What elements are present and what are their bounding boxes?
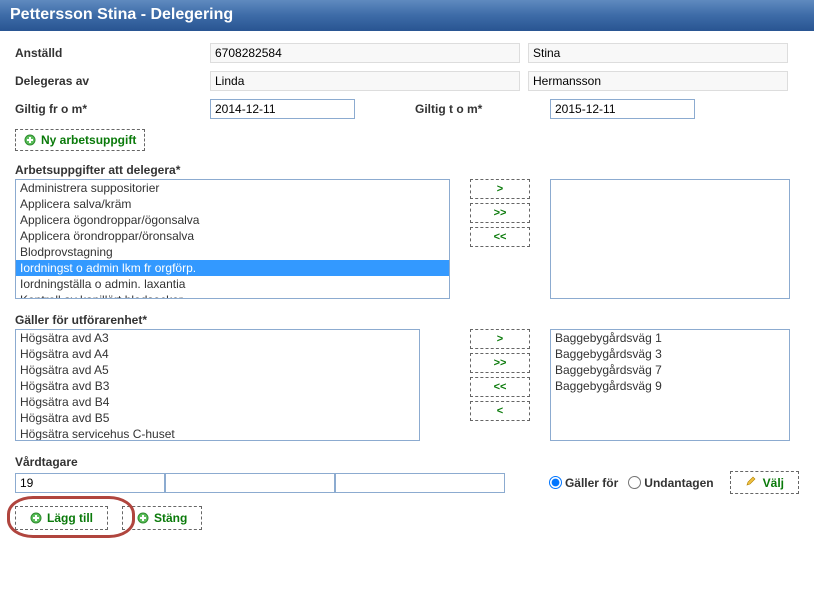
stang-button[interactable]: Stäng [122, 506, 202, 530]
plus-icon [30, 512, 42, 524]
plus-icon [137, 512, 149, 524]
enhet-move-left-button[interactable]: < [470, 401, 530, 421]
plus-icon [24, 134, 36, 146]
galler-for-listbox[interactable]: Baggebygårdsväg 1Baggebygårdsväg 3Baggeb… [550, 329, 790, 441]
label-giltig-tom: Giltig t o m* [355, 102, 550, 116]
valj-label: Välj [763, 476, 784, 490]
lagg-till-label: Lägg till [47, 511, 93, 525]
move-all-left-button[interactable]: << [470, 227, 530, 247]
list-item[interactable]: Högsätra avd A3 [16, 330, 419, 346]
ny-arbetsuppgift-button[interactable]: Ny arbetsuppgift [15, 129, 145, 151]
list-item[interactable]: Applicera salva/kräm [16, 196, 449, 212]
list-item[interactable]: Baggebygårdsväg 1 [551, 330, 789, 346]
list-item[interactable]: Kontroll av kapillärt blodsocker [16, 292, 449, 299]
enhet-listbox[interactable]: Högsätra avd A3Högsätra avd A4Högsätra a… [15, 329, 420, 441]
list-item[interactable]: Applicera örondroppar/öronsalva [16, 228, 449, 244]
anstalld-namn-field[interactable] [528, 43, 788, 63]
label-vardtagare: Vårdtagare [15, 455, 799, 469]
delegeras-fnamn-field[interactable] [210, 71, 520, 91]
arbetsuppgifter-listbox[interactable]: Administrera suppositorierApplicera salv… [15, 179, 450, 299]
move-all-right-button[interactable]: >> [470, 203, 530, 223]
arbetsuppgifter-target-listbox[interactable] [550, 179, 790, 299]
vardtagare-count-field[interactable] [15, 473, 165, 493]
enhet-move-right-button[interactable]: > [470, 329, 530, 349]
stang-label: Stäng [154, 511, 187, 525]
move-right-button[interactable]: > [470, 179, 530, 199]
page-title: Pettersson Stina - Delegering [0, 0, 814, 31]
ny-arbetsuppgift-label: Ny arbetsuppgift [41, 133, 136, 147]
vardtagare-field-2[interactable] [165, 473, 335, 493]
list-item[interactable]: Baggebygårdsväg 7 [551, 362, 789, 378]
anstalld-id-field[interactable] [210, 43, 520, 63]
list-item[interactable]: Blodprovstagning [16, 244, 449, 260]
label-delegeras-av: Delegeras av [15, 74, 210, 88]
enhet-move-all-left-button[interactable]: << [470, 377, 530, 397]
list-item[interactable]: Högsätra avd A5 [16, 362, 419, 378]
delegeras-enamn-field[interactable] [528, 71, 788, 91]
label-arbetsuppgifter: Arbetsuppgifter att delegera* [15, 163, 799, 177]
label-galler-for-enhet: Gäller för utförarenhet* [15, 313, 799, 327]
label-anstalld: Anställd [15, 46, 210, 60]
list-item[interactable]: Baggebygårdsväg 3 [551, 346, 789, 362]
list-item[interactable]: Högsätra avd B4 [16, 394, 419, 410]
list-item[interactable]: Högsätra avd B3 [16, 378, 419, 394]
undantagen-radio[interactable]: Undantagen [628, 476, 713, 490]
lagg-till-button[interactable]: Lägg till [15, 506, 108, 530]
giltig-from-field[interactable] [210, 99, 355, 119]
list-item[interactable]: Baggebygårdsväg 9 [551, 378, 789, 394]
list-item[interactable]: Högsätra avd B5 [16, 410, 419, 426]
list-item[interactable]: Administrera suppositorier [16, 180, 449, 196]
list-item[interactable]: Högsätra servicehus C-huset [16, 426, 419, 441]
enhet-move-all-right-button[interactable]: >> [470, 353, 530, 373]
giltig-tom-field[interactable] [550, 99, 695, 119]
galler-for-radio[interactable]: Gäller för [549, 476, 618, 490]
vardtagare-field-3[interactable] [335, 473, 505, 493]
label-giltig-from: Giltig fr o m* [15, 102, 210, 116]
list-item[interactable]: Iordningställa o admin. laxantia [16, 276, 449, 292]
valj-button[interactable]: Välj [730, 471, 799, 494]
list-item[interactable]: Applicera ögondroppar/ögonsalva [16, 212, 449, 228]
list-item[interactable]: Iordningst o admin lkm fr orgförp. [16, 260, 449, 276]
list-item[interactable]: Högsätra avd A4 [16, 346, 419, 362]
pencil-icon [745, 475, 757, 490]
